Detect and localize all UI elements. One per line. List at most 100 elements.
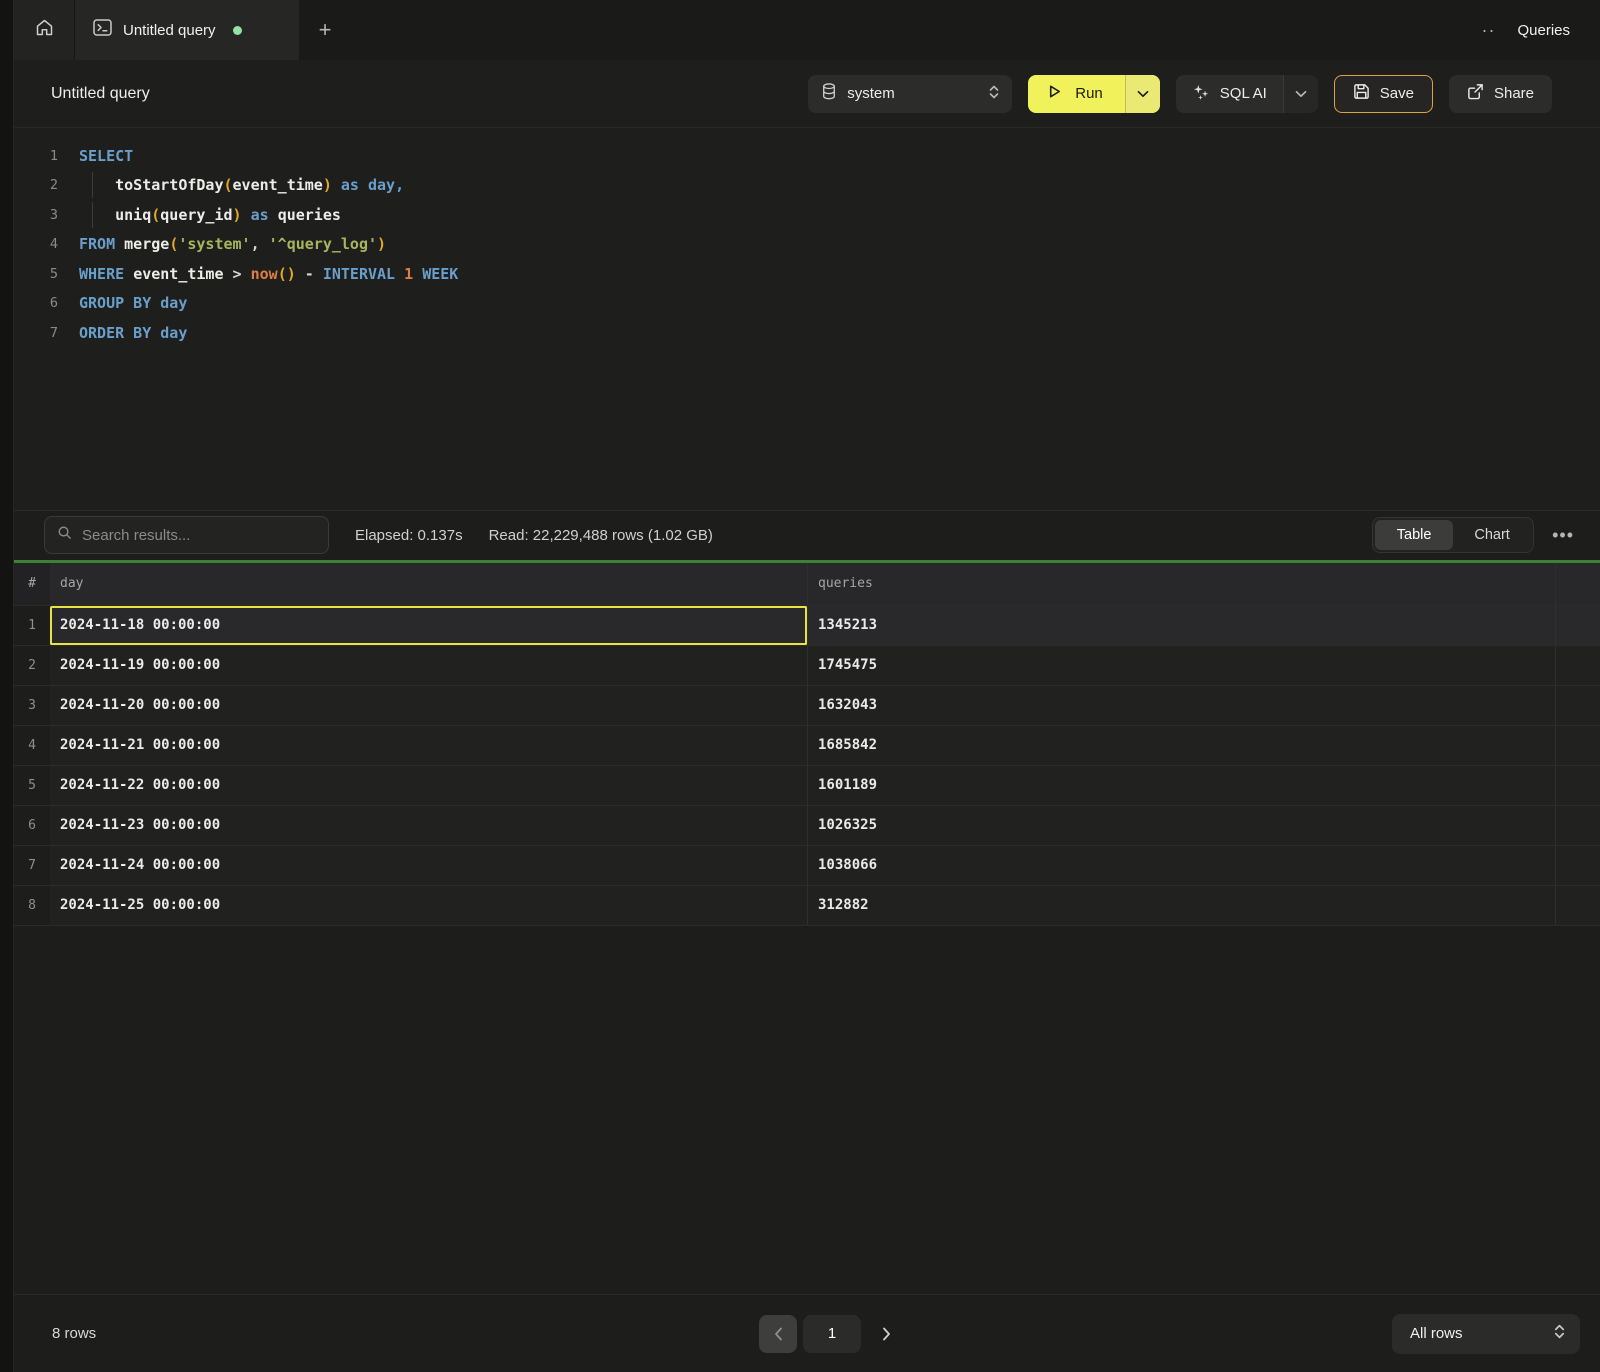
prev-page-button[interactable] — [759, 1315, 797, 1353]
day-cell[interactable]: 2024-11-22 00:00:00 — [50, 766, 808, 806]
code-line[interactable]: 2 toStartOfDay(event_time) as day, — [14, 171, 1600, 201]
share-label: Share — [1494, 85, 1534, 102]
read-stat: Read: 22,229,488 rows (1.02 GB) — [489, 527, 713, 544]
queries-cell[interactable]: 1632043 — [808, 686, 1556, 726]
queries-cell[interactable]: 312882 — [808, 886, 1556, 926]
filler-cell — [1556, 646, 1600, 686]
share-button[interactable]: Share — [1449, 75, 1552, 113]
table-row[interactable]: 62024-11-23 00:00:001026325 — [14, 806, 1600, 846]
row-index-cell: 8 — [14, 886, 50, 926]
queries-cell[interactable]: 1038066 — [808, 846, 1556, 886]
queries-cell[interactable]: 1685842 — [808, 726, 1556, 766]
filler-cell — [1556, 766, 1600, 806]
code-text: ORDER BY day — [62, 324, 187, 342]
run-button-main[interactable]: Run — [1028, 75, 1125, 113]
queries-cell[interactable]: 1745475 — [808, 646, 1556, 686]
code-line[interactable]: 6GROUP BY day — [14, 289, 1600, 319]
collapsed-sidebar-strip[interactable] — [0, 0, 14, 1372]
results-more-button[interactable]: ••• — [1552, 526, 1574, 544]
column-header-queries[interactable]: queries — [808, 563, 1556, 606]
home-tab[interactable] — [14, 0, 75, 60]
database-selector[interactable]: system — [808, 75, 1012, 113]
sparkles-icon — [1192, 83, 1210, 105]
queries-cell[interactable]: 1601189 — [808, 766, 1556, 806]
query-header: Untitled query system — [14, 60, 1600, 128]
line-number: 4 — [14, 236, 62, 252]
queries-cell[interactable]: 1026325 — [808, 806, 1556, 846]
results-toolbar: Elapsed: 0.137s Read: 22,229,488 rows (1… — [14, 510, 1600, 560]
code-text: SELECT — [62, 147, 133, 165]
tab-table-view[interactable]: Table — [1375, 520, 1453, 550]
current-page-button[interactable]: 1 — [803, 1315, 861, 1353]
row-index-cell: 6 — [14, 806, 50, 846]
page-title: Untitled query — [51, 85, 150, 103]
ellipsis-icon[interactable]: ·· — [1481, 21, 1495, 39]
indent-guide — [92, 202, 93, 228]
tab-chart-view[interactable]: Chart — [1453, 520, 1531, 550]
tab-untitled-query[interactable]: Untitled query — [75, 0, 299, 60]
day-cell[interactable]: 2024-11-18 00:00:00 — [50, 606, 808, 646]
indent-guide — [92, 172, 93, 198]
sql-ai-label: SQL AI — [1220, 85, 1267, 102]
table-header-row: # day queries — [14, 563, 1600, 606]
row-index-cell: 3 — [14, 686, 50, 726]
sql-ai-main[interactable]: SQL AI — [1176, 75, 1283, 113]
line-number: 7 — [14, 325, 62, 341]
table-row[interactable]: 52024-11-22 00:00:001601189 — [14, 766, 1600, 806]
code-text: GROUP BY day — [62, 294, 187, 312]
day-cell[interactable]: 2024-11-23 00:00:00 — [50, 806, 808, 846]
day-cell[interactable]: 2024-11-20 00:00:00 — [50, 686, 808, 726]
run-dropdown-button[interactable] — [1125, 75, 1160, 113]
table-body: 12024-11-18 00:00:00134521322024-11-19 0… — [14, 606, 1600, 926]
code-line[interactable]: 1SELECT — [14, 141, 1600, 171]
run-button[interactable]: Run — [1028, 75, 1160, 113]
next-page-button[interactable] — [867, 1315, 905, 1353]
day-cell[interactable]: 2024-11-25 00:00:00 — [50, 886, 808, 926]
search-results-box[interactable] — [44, 516, 329, 554]
line-number: 6 — [14, 295, 62, 311]
save-button[interactable]: Save — [1334, 75, 1433, 113]
sql-ai-button[interactable]: SQL AI — [1176, 75, 1318, 113]
row-index-cell: 7 — [14, 846, 50, 886]
code-line[interactable]: 3 uniq(query_id) as queries — [14, 200, 1600, 230]
updown-chevrons-icon — [988, 84, 1000, 104]
run-label: Run — [1075, 85, 1103, 102]
filler-cell — [1556, 806, 1600, 846]
share-icon — [1467, 83, 1484, 104]
table-row[interactable]: 32024-11-20 00:00:001632043 — [14, 686, 1600, 726]
code-line[interactable]: 4FROM merge('system', '^query_log') — [14, 230, 1600, 260]
line-number: 5 — [14, 266, 62, 282]
rows-per-page-select[interactable]: All rows — [1392, 1314, 1580, 1354]
search-results-input[interactable] — [82, 527, 316, 544]
day-cell[interactable]: 2024-11-19 00:00:00 — [50, 646, 808, 686]
table-row[interactable]: 22024-11-19 00:00:001745475 — [14, 646, 1600, 686]
row-index-cell: 4 — [14, 726, 50, 766]
queries-button[interactable]: Queries — [1517, 22, 1570, 39]
column-header-filler — [1556, 563, 1600, 606]
column-header-index[interactable]: # — [14, 563, 50, 606]
table-row[interactable]: 82024-11-25 00:00:00312882 — [14, 886, 1600, 926]
code-line[interactable]: 7ORDER BY day — [14, 318, 1600, 348]
table-row[interactable]: 42024-11-21 00:00:001685842 — [14, 726, 1600, 766]
unsaved-dot — [233, 26, 242, 35]
sql-editor[interactable]: 1SELECT2 toStartOfDay(event_time) as day… — [14, 128, 1600, 510]
queries-cell[interactable]: 1345213 — [808, 606, 1556, 646]
table-row[interactable]: 72024-11-24 00:00:001038066 — [14, 846, 1600, 886]
results-footer: 8 rows 1 All rows — [14, 1294, 1600, 1372]
day-cell[interactable]: 2024-11-21 00:00:00 — [50, 726, 808, 766]
column-header-day[interactable]: day — [50, 563, 808, 606]
filler-cell — [1556, 846, 1600, 886]
filler-cell — [1556, 726, 1600, 766]
chevron-right-icon — [882, 1327, 891, 1341]
line-number: 1 — [14, 148, 62, 164]
header-actions: system Run — [808, 75, 1552, 113]
sql-ai-dropdown-button[interactable] — [1283, 75, 1318, 113]
new-tab-button[interactable]: + — [299, 0, 351, 60]
tabbar-right: ·· Queries — [1481, 0, 1600, 60]
table-row[interactable]: 12024-11-18 00:00:001345213 — [14, 606, 1600, 646]
line-number: 2 — [14, 177, 62, 193]
row-index-cell: 2 — [14, 646, 50, 686]
day-cell[interactable]: 2024-11-24 00:00:00 — [50, 846, 808, 886]
save-label: Save — [1380, 85, 1414, 102]
code-line[interactable]: 5WHERE event_time > now() - INTERVAL 1 W… — [14, 259, 1600, 289]
